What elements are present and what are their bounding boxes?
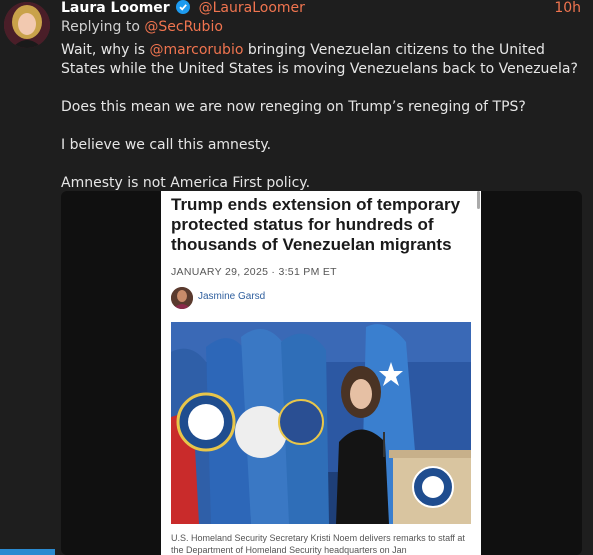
tweet-paragraph-1: Wait, why is @marcorubio bringing Venezu… <box>61 41 586 79</box>
media-attachment[interactable]: Trump ends extension of temporary protec… <box>61 191 582 555</box>
verified-badge-icon <box>176 0 191 14</box>
article-headline: Trump ends extension of temporary protec… <box>171 195 461 254</box>
article-dateline: JANUARY 29, 2025 · 3:51 PM ET <box>171 266 337 278</box>
handle[interactable]: @LauraLoomer <box>199 0 305 16</box>
mention-link[interactable]: @marcorubio <box>150 42 244 58</box>
replying-to: Replying to @SecRubio <box>61 19 223 36</box>
author-name: Jasmine Garsd <box>198 291 266 302</box>
avatar[interactable] <box>4 2 50 48</box>
replying-label: Replying to <box>61 19 145 35</box>
text-segment: Wait, why is <box>61 42 150 58</box>
tweet-text: Wait, why is @marcorubio bringing Venezu… <box>61 41 586 193</box>
article-screenshot: Trump ends extension of temporary protec… <box>161 191 481 555</box>
display-name[interactable]: Laura Loomer <box>61 0 170 16</box>
tweet-paragraph-2: Does this mean we are now reneging on Tr… <box>61 99 526 115</box>
timestamp[interactable]: 10h <box>554 0 581 16</box>
replying-mention[interactable]: @SecRubio <box>144 19 223 35</box>
tweet-header: Laura Loomer @LauraLoomer <box>61 0 305 16</box>
tweet-paragraph-3: I believe we call this amnesty. <box>61 137 272 153</box>
corner-indicator <box>0 549 55 555</box>
article-photo <box>171 322 471 524</box>
author-avatar <box>171 287 193 309</box>
scrollbar-thumb[interactable] <box>477 191 480 209</box>
photo-caption: U.S. Homeland Security Secretary Kristi … <box>171 533 465 555</box>
avatar-image <box>4 2 50 48</box>
